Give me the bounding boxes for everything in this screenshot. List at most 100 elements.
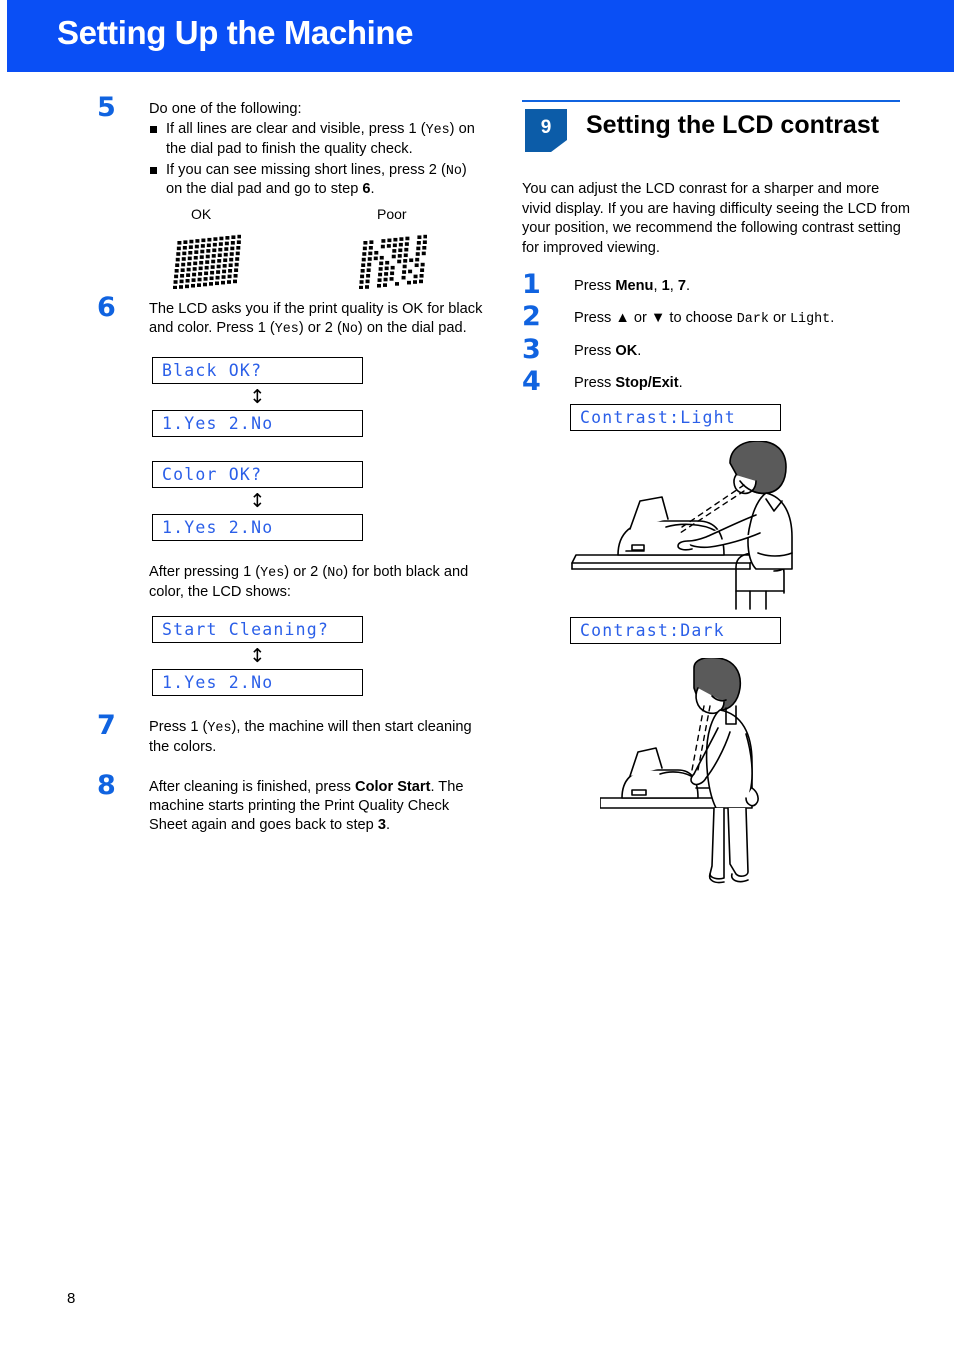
lcd-step-2: 2 Press ▲ or ▼ to choose Dark or Light. [522, 303, 912, 330]
step-6: 6 The LCD asks you if the print quality … [97, 294, 487, 339]
lcd-step-1-body: Press Menu, 1, 7. [574, 277, 912, 296]
lcd-step-2-number: 2 [522, 301, 541, 333]
lcd-step-1-number: 1 [522, 268, 541, 300]
step-8-text-a: After cleaning is finished, press [149, 778, 356, 795]
illustration-seated-person [570, 440, 912, 613]
lcd-toggle-arrow-2: ↕ [249, 490, 266, 513]
lcd-contrast-light: Contrast:Light [570, 403, 781, 431]
step-8-text: After cleaning is finished, press Color … [149, 778, 487, 836]
step-6-body: The LCD asks you if the print quality is… [149, 300, 487, 339]
option-light: Light [790, 312, 831, 328]
lcd-contrast-dark: Contrast:Dark [570, 616, 781, 644]
page-number: 8 [67, 1290, 76, 1307]
step-6-text: The LCD asks you if the print quality is… [149, 300, 487, 339]
lcd-step-1-text: Press Menu, 1, 7. [574, 277, 912, 296]
step-8: 8 After cleaning is finished, press Colo… [97, 772, 487, 836]
lcd-toggle-arrow-1: ↕ [249, 386, 266, 409]
s1-a: Press [574, 277, 616, 294]
step-5: 5 Do one of the following: If all lines … [97, 94, 487, 200]
s3-b: . [637, 342, 642, 359]
option-dark: Dark [736, 312, 769, 328]
section-9-title: Setting the LCD contrast [586, 111, 880, 139]
step-8-text-c: . [385, 817, 390, 834]
s4-b: . [678, 375, 683, 392]
lcd-yesno-3: 1.Yes 2.No [152, 669, 363, 697]
step-7-text-a: Press 1 ( [149, 719, 208, 736]
s2-c: to choose [665, 310, 737, 327]
s1-d: . [685, 277, 690, 294]
section-9-intro: You can adjust the LCD conrast for a sha… [522, 181, 911, 257]
step-5-intro: Do one of the following: [149, 101, 302, 117]
s3-a: Press [574, 342, 616, 359]
lcd-step-4-body: Press Stop/Exit. [574, 374, 912, 393]
s2-b: or [629, 310, 651, 327]
bullet-2-pre: If you can see missing short lines, pres… [166, 161, 446, 178]
stop-exit-button-ref: Stop/Exit [615, 375, 679, 392]
step-5-body: Do one of the following: If all lines ar… [149, 100, 487, 200]
s2-d: or [768, 310, 791, 327]
lcd-step-3-text: Press OK. [574, 342, 912, 361]
menu-button-ref: Menu [615, 277, 654, 294]
s2-a: Press [574, 310, 616, 327]
bullet-2-tail: . [370, 181, 375, 198]
bullet-2-step-ref: 6 [362, 181, 371, 198]
lcd-step-3-body: Press OK. [574, 342, 912, 361]
page-header-band: Setting Up the Machine [7, 0, 954, 72]
s4-a: Press [574, 375, 616, 392]
step-5-number: 5 [97, 92, 116, 123]
lcd-yesno-1: 1.Yes 2.No [152, 410, 363, 438]
lcd-step-3: 3 Press OK. [522, 336, 912, 363]
key-7-ref: 7 [677, 277, 686, 294]
s1-b: , [653, 277, 662, 294]
key-1-ref: 1 [661, 277, 670, 294]
lcd-toggle-arrow-3: ↕ [249, 645, 266, 668]
lcd-step-1: 1 Press Menu, 1, 7. [522, 271, 912, 298]
lcd-step-4-text: Press Stop/Exit. [574, 374, 912, 393]
lcd-start-cleaning: Start Cleaning? [152, 616, 363, 644]
down-arrow-icon: ▼ [650, 310, 666, 327]
step-6-text-c: ) on the dial pad. [357, 320, 467, 337]
ok-button-ref: OK [615, 342, 638, 359]
illustration-standing-person [600, 657, 912, 890]
sample-poor-label: Poor [377, 205, 407, 222]
section-9-badge: 9 [525, 109, 567, 152]
step-7-text: Press 1 (Yes), the machine will then sta… [149, 718, 487, 757]
step-5-bullet-2: If you can see missing short lines, pres… [149, 161, 487, 200]
s2-e: . [830, 310, 835, 327]
step-6-number: 6 [97, 291, 116, 323]
bullet-1-pre: If all lines are clear and visible, pres… [166, 121, 426, 138]
print-quality-samples: OK Poor [149, 206, 487, 296]
s1-c: , [669, 277, 678, 294]
step-6-mono-no: No [341, 322, 358, 338]
right-column: 9 Setting the LCD contrast You can adjus… [522, 100, 912, 890]
step-7: 7 Press 1 (Yes), the machine will then s… [97, 712, 487, 757]
step-6-mono-yes: Yes [274, 322, 299, 338]
section-divider-rule [522, 100, 900, 102]
sample-ok-pattern [169, 231, 241, 289]
color-start-button-ref: Color Start [355, 778, 431, 795]
after-text-b: ) or 2 ( [284, 564, 328, 581]
step-8-step-ref: 3 [377, 817, 386, 834]
lcd-step-4: 4 Press Stop/Exit. [522, 368, 912, 395]
step-6-text-b: ) or 2 ( [298, 320, 342, 337]
step-7-number: 7 [97, 710, 116, 742]
lcd-black-ok: Black OK? [152, 357, 363, 385]
step-8-body: After cleaning is finished, press Color … [149, 778, 487, 836]
step-7-body: Press 1 (Yes), the machine will then sta… [149, 718, 487, 757]
section-9-heading: 9 Setting the LCD contrast [522, 100, 912, 152]
step-7-mono-yes: Yes [207, 721, 232, 737]
lcd-step-2-text: Press ▲ or ▼ to choose Dark or Light. [574, 309, 912, 329]
after-text-a: After pressing 1 ( [149, 564, 261, 581]
lcd-step-3-number: 3 [522, 333, 541, 365]
after-mono-no: No [327, 566, 344, 582]
step-5-bullet-list: If all lines are clear and visible, pres… [149, 120, 487, 199]
lcd-color-ok: Color OK? [152, 461, 363, 489]
left-column: 5 Do one of the following: If all lines … [97, 94, 487, 842]
step-5-bullet-1: If all lines are clear and visible, pres… [149, 120, 487, 159]
step-6-after-text: After pressing 1 (Yes) or 2 (No) for bot… [149, 563, 487, 602]
bullet-2-mono: No [445, 163, 462, 179]
sample-poor-pattern [355, 231, 427, 289]
bullet-1-mono: Yes [425, 123, 450, 139]
after-mono-yes: Yes [260, 566, 285, 582]
step-8-number: 8 [97, 769, 116, 801]
